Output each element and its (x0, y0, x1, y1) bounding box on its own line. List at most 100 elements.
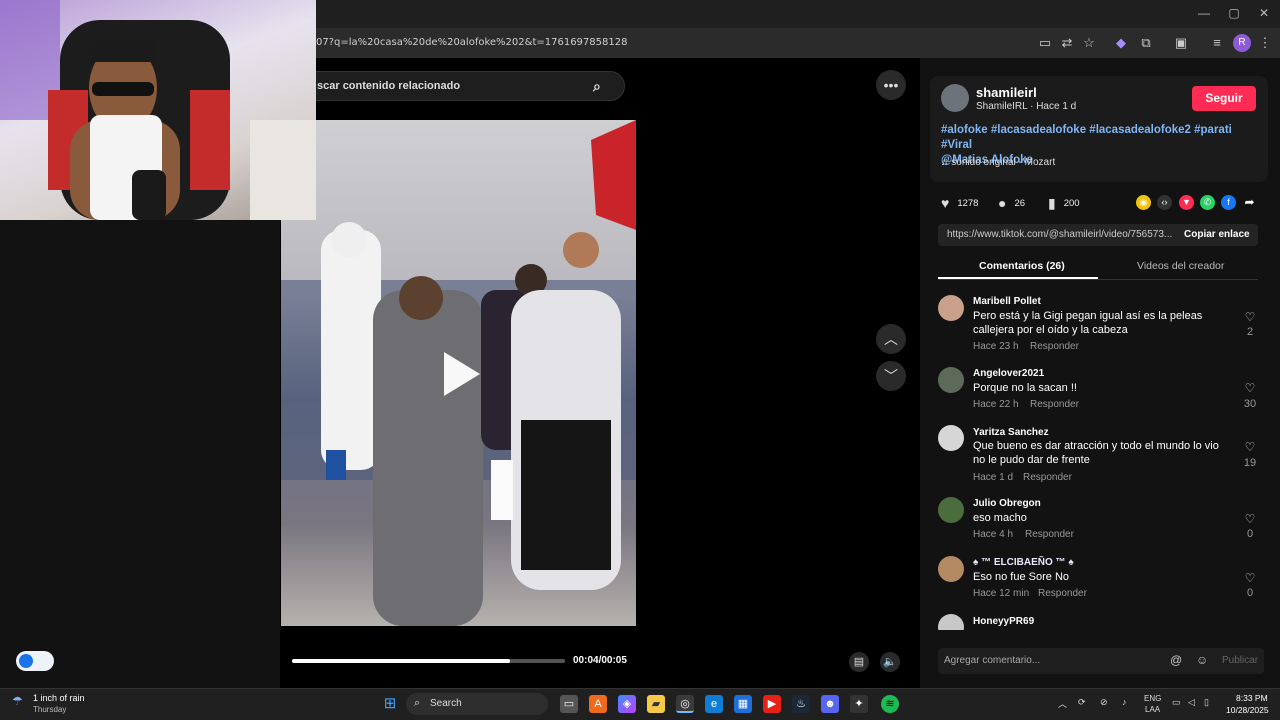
clock-time[interactable]: 8:33 PM (1236, 693, 1268, 703)
video-progress-bar[interactable] (292, 659, 565, 663)
commenter-avatar[interactable] (938, 295, 964, 321)
commenter-avatar[interactable] (938, 425, 964, 451)
embed-icon[interactable]: ‹› (1157, 195, 1172, 210)
commenter-name[interactable]: Angelover2021 (973, 368, 1044, 379)
previous-video-button[interactable]: ︿ (876, 324, 906, 354)
send-icon[interactable]: ▼ (1179, 195, 1194, 210)
coin-share-icon[interactable]: ◉ (1136, 195, 1151, 210)
commenter-avatar[interactable] (938, 367, 964, 393)
play-button[interactable] (444, 352, 480, 396)
comment-heart-icon[interactable]: ♡ (1240, 440, 1260, 454)
volume-icon[interactable]: 🔈 (880, 652, 900, 672)
network-off-icon[interactable]: ⊘ (1100, 697, 1108, 708)
battery-icon[interactable]: ▯ (1204, 697, 1209, 708)
follow-button[interactable]: Seguir (1192, 86, 1256, 111)
commenter-name[interactable]: Julio Obregon (973, 498, 1041, 509)
pip-icon[interactable]: ▤ (849, 652, 869, 672)
reply-button[interactable]: Responder (1038, 588, 1087, 599)
commenter-name[interactable]: Maribell Pollet (973, 296, 1041, 307)
tray-overflow-icon[interactable]: ︿ (1058, 697, 1067, 710)
commenter-avatar[interactable] (938, 614, 964, 630)
next-video-button[interactable]: ﹀ (876, 361, 906, 391)
overlay-toggle[interactable] (16, 651, 54, 671)
sync-icon[interactable]: ⟳ (1078, 697, 1086, 708)
sidebar-icon[interactable]: ▣ (1172, 34, 1190, 52)
sound-name[interactable]: sonido original - Mozart (951, 157, 1055, 168)
clock-date[interactable]: 10/28/2025 (1226, 705, 1269, 715)
comment-input[interactable]: Agregar comentario... (944, 655, 1040, 666)
whatsapp-icon[interactable]: ✆ (1200, 195, 1215, 210)
publish-button[interactable]: Publicar (1222, 655, 1258, 666)
like-stat[interactable]: ♥ 1278 (941, 195, 978, 211)
steam-icon[interactable]: ♨ (792, 695, 810, 713)
puzzle-icon[interactable]: ⧉ (1137, 34, 1155, 52)
comment-heart-icon[interactable]: ♡ (1240, 571, 1260, 585)
tab-creator-videos[interactable]: Videos del creador (1137, 260, 1224, 272)
sound-row[interactable]: ♫ sonido original - Mozart (941, 157, 1055, 168)
save-stat[interactable]: ▮ 200 (1048, 195, 1080, 212)
translate-icon[interactable]: ⇄ (1058, 34, 1076, 52)
video-link[interactable]: https://www.tiktok.com/@shamileirl/video… (947, 229, 1172, 240)
commenter-avatar[interactable] (938, 497, 964, 523)
share-arrow-icon[interactable]: ➦ (1242, 195, 1257, 210)
more-options-button[interactable]: ••• (876, 70, 906, 100)
address-url[interactable]: 07?q=la%20casa%20de%20alofoke%202&t=1761… (316, 37, 627, 48)
edge-icon[interactable]: e (705, 695, 723, 713)
chrome-icon[interactable]: ◎ (676, 695, 694, 713)
discord-icon[interactable]: ☻ (821, 695, 839, 713)
weather-icon[interactable]: ☂ (12, 694, 23, 708)
comment-stat[interactable]: ● 26 (998, 195, 1025, 211)
commenter-name[interactable]: ♠ ™ ELCIBAEÑO ™ ♠ (973, 557, 1074, 568)
comment-heart-icon[interactable]: ♡ (1240, 512, 1260, 526)
speaker-icon[interactable]: ◁ (1188, 697, 1195, 708)
store-icon[interactable]: ▦ (734, 695, 752, 713)
maximize-button[interactable]: ▢ (1224, 6, 1244, 20)
taskbar-search[interactable]: ⌕ Search (406, 693, 548, 715)
file-explorer-icon[interactable]: ▰ (647, 695, 665, 713)
app-icon[interactable]: A (589, 695, 607, 713)
mention-icon[interactable]: @ (1170, 653, 1182, 667)
menu-icon[interactable]: ⋮ (1256, 34, 1274, 52)
emoji-icon[interactable]: ☺ (1196, 653, 1208, 667)
bookmark-icon[interactable]: ▮ (1048, 195, 1056, 212)
commenter-name[interactable]: HoneyyPR69 (973, 616, 1034, 627)
weather-text[interactable]: 1 inch of rain (33, 693, 85, 703)
profile-avatar[interactable]: R (1233, 34, 1251, 52)
media-icon[interactable]: ≡ (1208, 34, 1226, 52)
commenter-name[interactable]: Yaritza Sanchez (973, 427, 1049, 438)
facebook-icon[interactable]: f (1221, 195, 1236, 210)
reply-button[interactable]: Responder (1025, 529, 1074, 540)
copy-link-button[interactable]: Copiar enlace (1184, 229, 1250, 240)
start-icon[interactable]: ⊞ (381, 695, 399, 713)
lang-secondary[interactable]: LAA (1145, 705, 1160, 714)
comment-composer[interactable]: Agregar comentario... @ ☺ (938, 648, 1264, 674)
related-search-bar[interactable]: scar contenido relacionado ⌕ (310, 71, 625, 101)
close-window-button[interactable]: ✕ (1254, 6, 1274, 20)
reply-button[interactable]: Responder (1030, 399, 1079, 410)
reply-button[interactable]: Responder (1030, 341, 1079, 352)
youtube-icon[interactable]: ▶ (763, 695, 781, 713)
cast-icon[interactable]: ▭ (1036, 34, 1054, 52)
related-search-input[interactable]: scar contenido relacionado (317, 80, 460, 92)
comment-heart-icon[interactable]: ♡ (1240, 381, 1260, 395)
extension-icon[interactable]: ◆ (1112, 34, 1130, 52)
task-view-icon[interactable]: ▭ (560, 695, 578, 713)
star-icon[interactable]: ☆ (1080, 34, 1098, 52)
commenter-avatar[interactable] (938, 556, 964, 582)
mic-icon[interactable]: ♪ (1122, 697, 1127, 707)
search-icon[interactable]: ⌕ (593, 78, 601, 95)
app-icon-2[interactable]: ✦ (850, 695, 868, 713)
creator-username[interactable]: shamileirl (976, 85, 1037, 100)
comment-icon[interactable]: ● (998, 195, 1006, 211)
minimize-button[interactable]: — (1194, 6, 1214, 20)
lang-primary[interactable]: ENG (1144, 694, 1161, 703)
copilot-icon[interactable]: ◈ (618, 695, 636, 713)
spotify-icon[interactable]: ≋ (881, 695, 899, 713)
reply-button[interactable]: Responder (1023, 472, 1072, 483)
tab-comments[interactable]: Comentarios (26) (979, 260, 1065, 272)
heart-icon[interactable]: ♥ (941, 195, 949, 211)
comment-heart-icon[interactable]: ♡ (1240, 310, 1260, 324)
creator-avatar[interactable] (941, 84, 969, 112)
display-icon[interactable]: ▭ (1172, 697, 1181, 708)
caption-hashtags[interactable]: #alofoke #lacasadealofoke #lacasadealofo… (941, 123, 1261, 153)
